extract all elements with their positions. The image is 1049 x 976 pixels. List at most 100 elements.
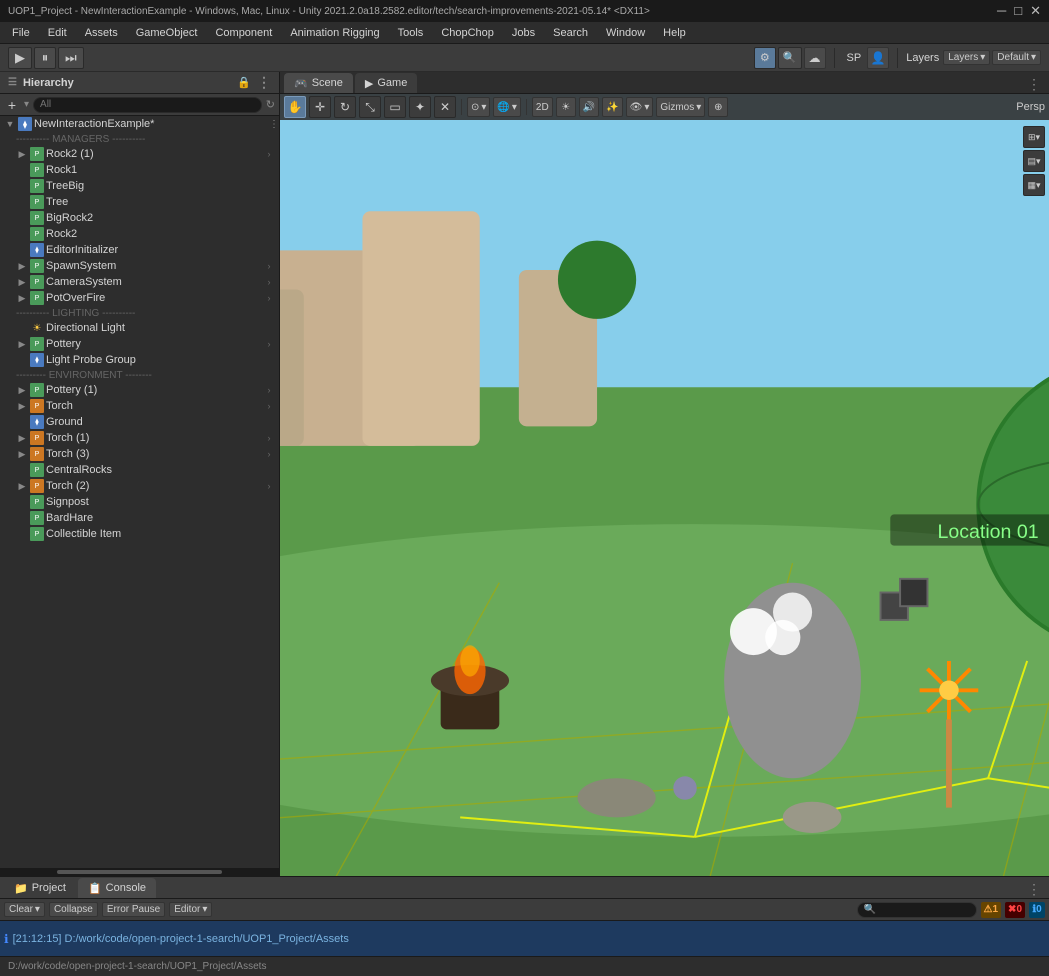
collectible-icon: P	[30, 527, 44, 541]
rotate-tool-button[interactable]: ↻	[334, 96, 356, 118]
hierarchy-item-lightprobegroup[interactable]: ⧫ Light Probe Group	[0, 352, 279, 368]
scene-svg: Location 01 X Y Z	[280, 94, 1049, 876]
tool-mode-button[interactable]: ⚙	[754, 47, 776, 69]
cloud-button[interactable]: ☁	[804, 47, 826, 69]
bigrock2-label: BigRock2	[46, 212, 279, 224]
clear-button[interactable]: Clear ▾	[4, 902, 45, 917]
root-menu[interactable]: ⋮	[269, 119, 279, 130]
menu-jobs[interactable]: Jobs	[504, 25, 543, 41]
scene-grid-button[interactable]: ⊞▾	[1023, 126, 1045, 148]
project-tab[interactable]: 📁 Project	[4, 878, 76, 898]
pottery-label: Pottery	[46, 338, 279, 350]
hierarchy-item-dirlight[interactable]: ☀ Directional Light	[0, 320, 279, 336]
hierarchy-item-signpost[interactable]: P Signpost	[0, 494, 279, 510]
info-badge: ℹ 0	[1029, 902, 1045, 918]
hierarchy-item-centralrocks[interactable]: P CentralRocks	[0, 462, 279, 478]
scene-tab[interactable]: 🎮 Scene	[284, 73, 353, 93]
hierarchy-item-potorerfire[interactable]: ▶ P PotOverFire ›	[0, 290, 279, 306]
console-tab[interactable]: 📋 Console	[78, 878, 156, 898]
hierarchy-scrollbar[interactable]	[0, 868, 279, 876]
scene-menu-button[interactable]: ⋮	[1023, 76, 1045, 93]
game-tab-icon: ▶	[365, 77, 373, 90]
hierarchy-item-pottery1[interactable]: ▶ P Pottery (1) ›	[0, 382, 279, 398]
menu-tools[interactable]: Tools	[390, 25, 432, 41]
console-menu-button[interactable]: ⋮	[1023, 881, 1045, 898]
hand-tool-button[interactable]: ✋	[284, 96, 306, 118]
menu-assets[interactable]: Assets	[77, 25, 126, 41]
layers-dropdown-arrow: ▾	[980, 52, 985, 63]
default-dropdown[interactable]: Default ▾	[992, 50, 1041, 65]
error-badge: ✖ 0	[1005, 902, 1025, 918]
console-search-input[interactable]	[857, 902, 977, 918]
bardhare-label: BardHare	[46, 512, 279, 524]
hierarchy-item-rock2[interactable]: P Rock2	[0, 226, 279, 242]
menu-component[interactable]: Component	[207, 25, 280, 41]
hierarchy-item-rock2-1[interactable]: ▶ P Rock2 (1) ›	[0, 146, 279, 162]
hierarchy-item-root[interactable]: ▼ ⧫ NewInteractionExample* ⋮	[0, 116, 279, 132]
hierarchy-item-tree[interactable]: P Tree	[0, 194, 279, 210]
minimize-button[interactable]: ─	[997, 3, 1006, 19]
maximize-button[interactable]: □	[1014, 3, 1022, 19]
menu-edit[interactable]: Edit	[40, 25, 75, 41]
hierarchy-menu[interactable]: ⋮	[257, 74, 271, 91]
scene-search-button[interactable]: ⊕	[708, 97, 728, 117]
menu-file[interactable]: File	[4, 25, 38, 41]
signpost-icon: P	[30, 495, 44, 509]
audio-toggle-button[interactable]: 🔊	[579, 97, 599, 117]
hierarchy-item-torch[interactable]: ▶ P Torch ›	[0, 398, 279, 414]
hierarchy-item-editorinit[interactable]: ⧫ EditorInitializer	[0, 242, 279, 258]
menu-chopchop[interactable]: ChopChop	[433, 25, 502, 41]
hierarchy-item-camerasystem[interactable]: ▶ P CameraSystem ›	[0, 274, 279, 290]
menu-animation-rigging[interactable]: Animation Rigging	[282, 25, 387, 41]
fx-toggle-button[interactable]: ✨	[602, 97, 622, 117]
collapse-button[interactable]: Collapse	[49, 902, 98, 917]
pivot-button[interactable]: ⊙ ▾	[467, 97, 490, 117]
hierarchy-search-input[interactable]	[33, 97, 262, 113]
rect-tool-button[interactable]: ▭	[384, 96, 406, 118]
hierarchy-item-bardhare[interactable]: P BardHare	[0, 510, 279, 526]
gizmos-button[interactable]: Gizmos ▾	[656, 97, 705, 117]
custom-tool-button[interactable]: ✕	[434, 96, 456, 118]
hierarchy-add-button[interactable]: +	[4, 97, 20, 113]
scene-view-button[interactable]: ▤▾	[1023, 150, 1045, 172]
step-button[interactable]: ⏭	[58, 47, 84, 69]
transform-tool-button[interactable]: ✦	[409, 96, 431, 118]
hierarchy-tab[interactable]: Hierarchy	[23, 77, 74, 89]
hierarchy-item-collectibleitem[interactable]: P Collectible Item	[0, 526, 279, 542]
hierarchy-item-torch1[interactable]: ▶ P Torch (1) ›	[0, 430, 279, 446]
move-tool-button[interactable]: ✛	[309, 96, 331, 118]
lighting-toggle-button[interactable]: ☀	[556, 97, 576, 117]
hierarchy-item-spawnsystem[interactable]: ▶ P SpawnSystem ›	[0, 258, 279, 274]
hierarchy-item-rock1[interactable]: P Rock1	[0, 162, 279, 178]
scene-render-button[interactable]: ▦▾	[1023, 174, 1045, 196]
render-mode-button[interactable]: 👁 ▾	[626, 97, 654, 117]
2d-toggle-button[interactable]: 2D	[532, 97, 553, 117]
menu-help[interactable]: Help	[655, 25, 694, 41]
play-button[interactable]: ▶	[8, 47, 32, 69]
hierarchy-lock[interactable]: 🔒	[237, 76, 251, 89]
scale-tool-button[interactable]: ⤡	[359, 96, 381, 118]
spawnsystem-label: SpawnSystem	[46, 260, 279, 272]
editor-dropdown-button[interactable]: Editor ▾	[169, 902, 212, 917]
game-tab[interactable]: ▶ Game	[355, 73, 417, 93]
error-pause-button[interactable]: Error Pause	[102, 902, 165, 917]
menu-search[interactable]: Search	[545, 25, 596, 41]
close-button[interactable]: ✕	[1030, 3, 1041, 19]
layers-dropdown[interactable]: Layers ▾	[943, 50, 990, 65]
search-button[interactable]: 🔍	[778, 47, 802, 69]
torch1-label: Torch (1)	[46, 432, 279, 444]
hierarchy-item-pottery[interactable]: ▶ P Pottery ›	[0, 336, 279, 352]
scene-viewport[interactable]: Location 01 X Y Z ✋ ✛ ↻ ⤡ ▭	[280, 94, 1049, 876]
account-button[interactable]: 👤	[867, 47, 889, 69]
hierarchy-item-treebig[interactable]: P TreeBig	[0, 178, 279, 194]
pause-button[interactable]: ⏸	[34, 47, 56, 69]
hierarchy-item-bigrock2[interactable]: P BigRock2	[0, 210, 279, 226]
hierarchy-item-torch3[interactable]: ▶ P Torch (3) ›	[0, 446, 279, 462]
global-button[interactable]: 🌐 ▾	[493, 97, 520, 117]
hierarchy-item-ground[interactable]: ⧫ Ground	[0, 414, 279, 430]
menu-window[interactable]: Window	[598, 25, 653, 41]
menu-gameobject[interactable]: GameObject	[128, 25, 206, 41]
hierarchy-item-torch2[interactable]: ▶ P Torch (2) ›	[0, 478, 279, 494]
title-bar: UOP1_Project - NewInteractionExample - W…	[0, 0, 1049, 22]
hierarchy-refresh-icon[interactable]: ↻	[266, 98, 275, 111]
